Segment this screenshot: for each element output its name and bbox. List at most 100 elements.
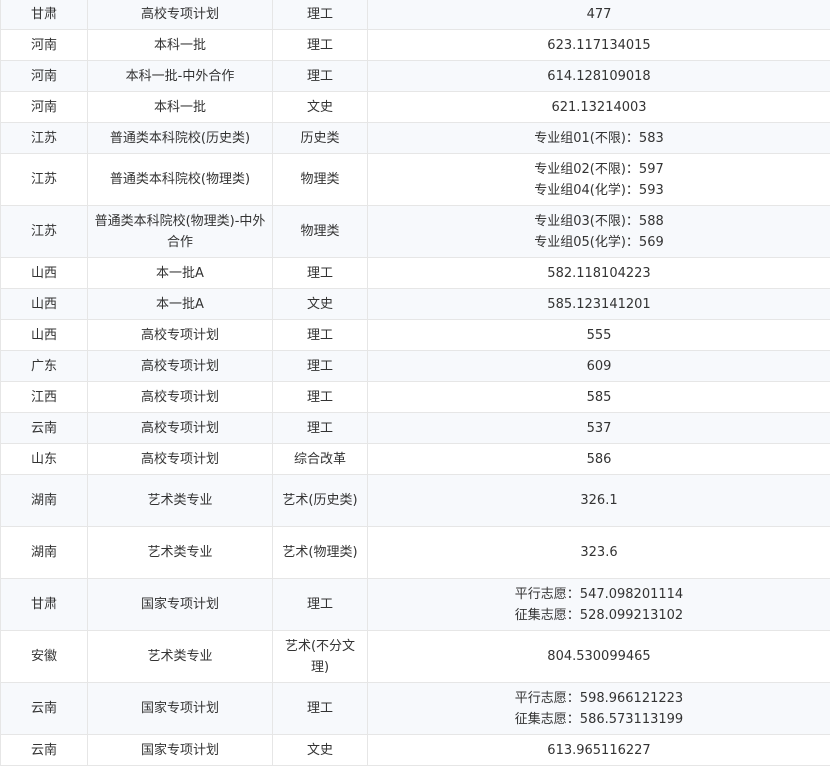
score-value: 专业组02(不限)：597 bbox=[534, 161, 664, 177]
table-row: 安徽 艺术类专业 艺术(不分文理) 804.530099465 bbox=[0, 630, 830, 683]
province-cell: 云南 bbox=[0, 412, 88, 444]
batch-cell: 艺术类专业 bbox=[87, 474, 273, 527]
score-cell: 326.1 bbox=[367, 474, 830, 527]
table-row: 山西 本一批A 文史 585.123141201 bbox=[0, 288, 830, 320]
batch-cell: 国家专项计划 bbox=[87, 734, 273, 766]
score-value: 征集志愿：586.573113199 bbox=[514, 711, 684, 727]
province-cell: 江苏 bbox=[0, 153, 88, 206]
province-cell: 广东 bbox=[0, 350, 88, 382]
score-value: 614.128109018 bbox=[547, 68, 651, 84]
category-cell: 综合改革 bbox=[272, 443, 368, 475]
category-cell: 文史 bbox=[272, 288, 368, 320]
score-value: 585.123141201 bbox=[547, 296, 651, 312]
table-row: 山西 高校专项计划 理工 555 bbox=[0, 319, 830, 351]
score-cell: 537 bbox=[367, 412, 830, 444]
category-cell: 理工 bbox=[272, 29, 368, 61]
score-cell: 专业组01(不限)：583 bbox=[367, 122, 830, 154]
score-value: 609 bbox=[586, 358, 612, 374]
table-row: 云南 国家专项计划 理工 平行志愿：598.966121223 征集志愿：586… bbox=[0, 682, 830, 735]
table-row: 云南 高校专项计划 理工 537 bbox=[0, 412, 830, 444]
table-row: 河南 本科一批-中外合作 理工 614.128109018 bbox=[0, 60, 830, 92]
table-row: 河南 本科一批 文史 621.13214003 bbox=[0, 91, 830, 123]
batch-cell: 高校专项计划 bbox=[87, 381, 273, 413]
batch-cell: 艺术类专业 bbox=[87, 526, 273, 579]
score-value: 804.530099465 bbox=[547, 649, 651, 664]
score-value: 平行志愿：598.966121223 bbox=[514, 690, 684, 706]
batch-cell: 高校专项计划 bbox=[87, 0, 273, 30]
table-row: 云南 国家专项计划 文史 613.965116227 bbox=[0, 734, 830, 766]
table-row: 湖南 艺术类专业 艺术(历史类) 326.1 bbox=[0, 474, 830, 527]
batch-cell: 高校专项计划 bbox=[87, 350, 273, 382]
category-cell: 理工 bbox=[272, 350, 368, 382]
batch-cell: 高校专项计划 bbox=[87, 319, 273, 351]
category-cell: 理工 bbox=[272, 381, 368, 413]
score-cell: 613.965116227 bbox=[367, 734, 830, 766]
category-cell: 理工 bbox=[272, 0, 368, 30]
province-cell: 河南 bbox=[0, 29, 88, 61]
category-cell: 理工 bbox=[272, 682, 368, 735]
score-cell: 477 bbox=[367, 0, 830, 30]
category-cell: 艺术(历史类) bbox=[272, 474, 368, 527]
province-cell: 安徽 bbox=[0, 630, 88, 683]
province-cell: 湖南 bbox=[0, 474, 88, 527]
province-cell: 甘肃 bbox=[0, 0, 88, 30]
category-cell: 理工 bbox=[272, 319, 368, 351]
score-cell: 621.13214003 bbox=[367, 91, 830, 123]
score-value: 326.1 bbox=[580, 493, 618, 508]
batch-cell: 高校专项计划 bbox=[87, 412, 273, 444]
score-value: 585 bbox=[586, 389, 612, 405]
province-cell: 江西 bbox=[0, 381, 88, 413]
score-cell: 585 bbox=[367, 381, 830, 413]
table-row: 江苏 普通类本科院校(物理类)-中外合作 物理类 专业组03(不限)：588 专… bbox=[0, 205, 830, 258]
province-cell: 山西 bbox=[0, 288, 88, 320]
score-cell: 平行志愿：598.966121223 征集志愿：586.573113199 bbox=[367, 682, 830, 735]
category-cell: 艺术(不分文理) bbox=[272, 630, 368, 683]
batch-cell: 高校专项计划 bbox=[87, 443, 273, 475]
admission-scores-table: 甘肃 高校专项计划 理工 477 河南 本科一批 理工 623.11713401… bbox=[0, 0, 830, 766]
score-value: 621.13214003 bbox=[551, 99, 647, 115]
province-cell: 江苏 bbox=[0, 122, 88, 154]
batch-cell: 本一批A bbox=[87, 257, 273, 289]
province-cell: 云南 bbox=[0, 682, 88, 735]
score-cell: 平行志愿：547.098201114 征集志愿：528.099213102 bbox=[367, 578, 830, 631]
category-cell: 艺术(物理类) bbox=[272, 526, 368, 579]
category-cell: 物理类 bbox=[272, 153, 368, 206]
batch-cell: 本一批A bbox=[87, 288, 273, 320]
table-row: 河南 本科一批 理工 623.117134015 bbox=[0, 29, 830, 61]
score-value: 582.118104223 bbox=[547, 265, 651, 281]
category-cell: 文史 bbox=[272, 734, 368, 766]
table-row: 甘肃 高校专项计划 理工 477 bbox=[0, 0, 830, 30]
score-cell: 623.117134015 bbox=[367, 29, 830, 61]
score-value: 专业组03(不限)：588 bbox=[534, 213, 664, 229]
score-value: 613.965116227 bbox=[547, 742, 651, 758]
score-value: 623.117134015 bbox=[547, 37, 651, 53]
score-cell: 614.128109018 bbox=[367, 60, 830, 92]
batch-cell: 普通类本科院校(物理类)-中外合作 bbox=[87, 205, 273, 258]
score-value: 586 bbox=[586, 451, 612, 467]
batch-cell: 普通类本科院校(历史类) bbox=[87, 122, 273, 154]
batch-cell: 本科一批 bbox=[87, 29, 273, 61]
category-cell: 物理类 bbox=[272, 205, 368, 258]
score-value: 555 bbox=[586, 327, 612, 343]
score-value: 专业组01(不限)：583 bbox=[534, 130, 664, 146]
score-value: 323.6 bbox=[580, 545, 618, 560]
score-value: 专业组04(化学)：593 bbox=[534, 182, 664, 198]
province-cell: 湖南 bbox=[0, 526, 88, 579]
score-cell: 585.123141201 bbox=[367, 288, 830, 320]
score-cell: 555 bbox=[367, 319, 830, 351]
province-cell: 河南 bbox=[0, 60, 88, 92]
score-cell: 586 bbox=[367, 443, 830, 475]
table-body: 甘肃 高校专项计划 理工 477 河南 本科一批 理工 623.11713401… bbox=[0, 0, 830, 766]
score-cell: 804.530099465 bbox=[367, 630, 830, 683]
table-row: 山西 本一批A 理工 582.118104223 bbox=[0, 257, 830, 289]
score-value: 537 bbox=[586, 420, 612, 436]
batch-cell: 本科一批-中外合作 bbox=[87, 60, 273, 92]
table-row: 山东 高校专项计划 综合改革 586 bbox=[0, 443, 830, 475]
category-cell: 文史 bbox=[272, 91, 368, 123]
province-cell: 河南 bbox=[0, 91, 88, 123]
score-value: 征集志愿：528.099213102 bbox=[514, 607, 684, 623]
score-value: 477 bbox=[586, 6, 612, 22]
province-cell: 江苏 bbox=[0, 205, 88, 258]
score-cell: 专业组03(不限)：588 专业组05(化学)：569 bbox=[367, 205, 830, 258]
category-cell: 历史类 bbox=[272, 122, 368, 154]
